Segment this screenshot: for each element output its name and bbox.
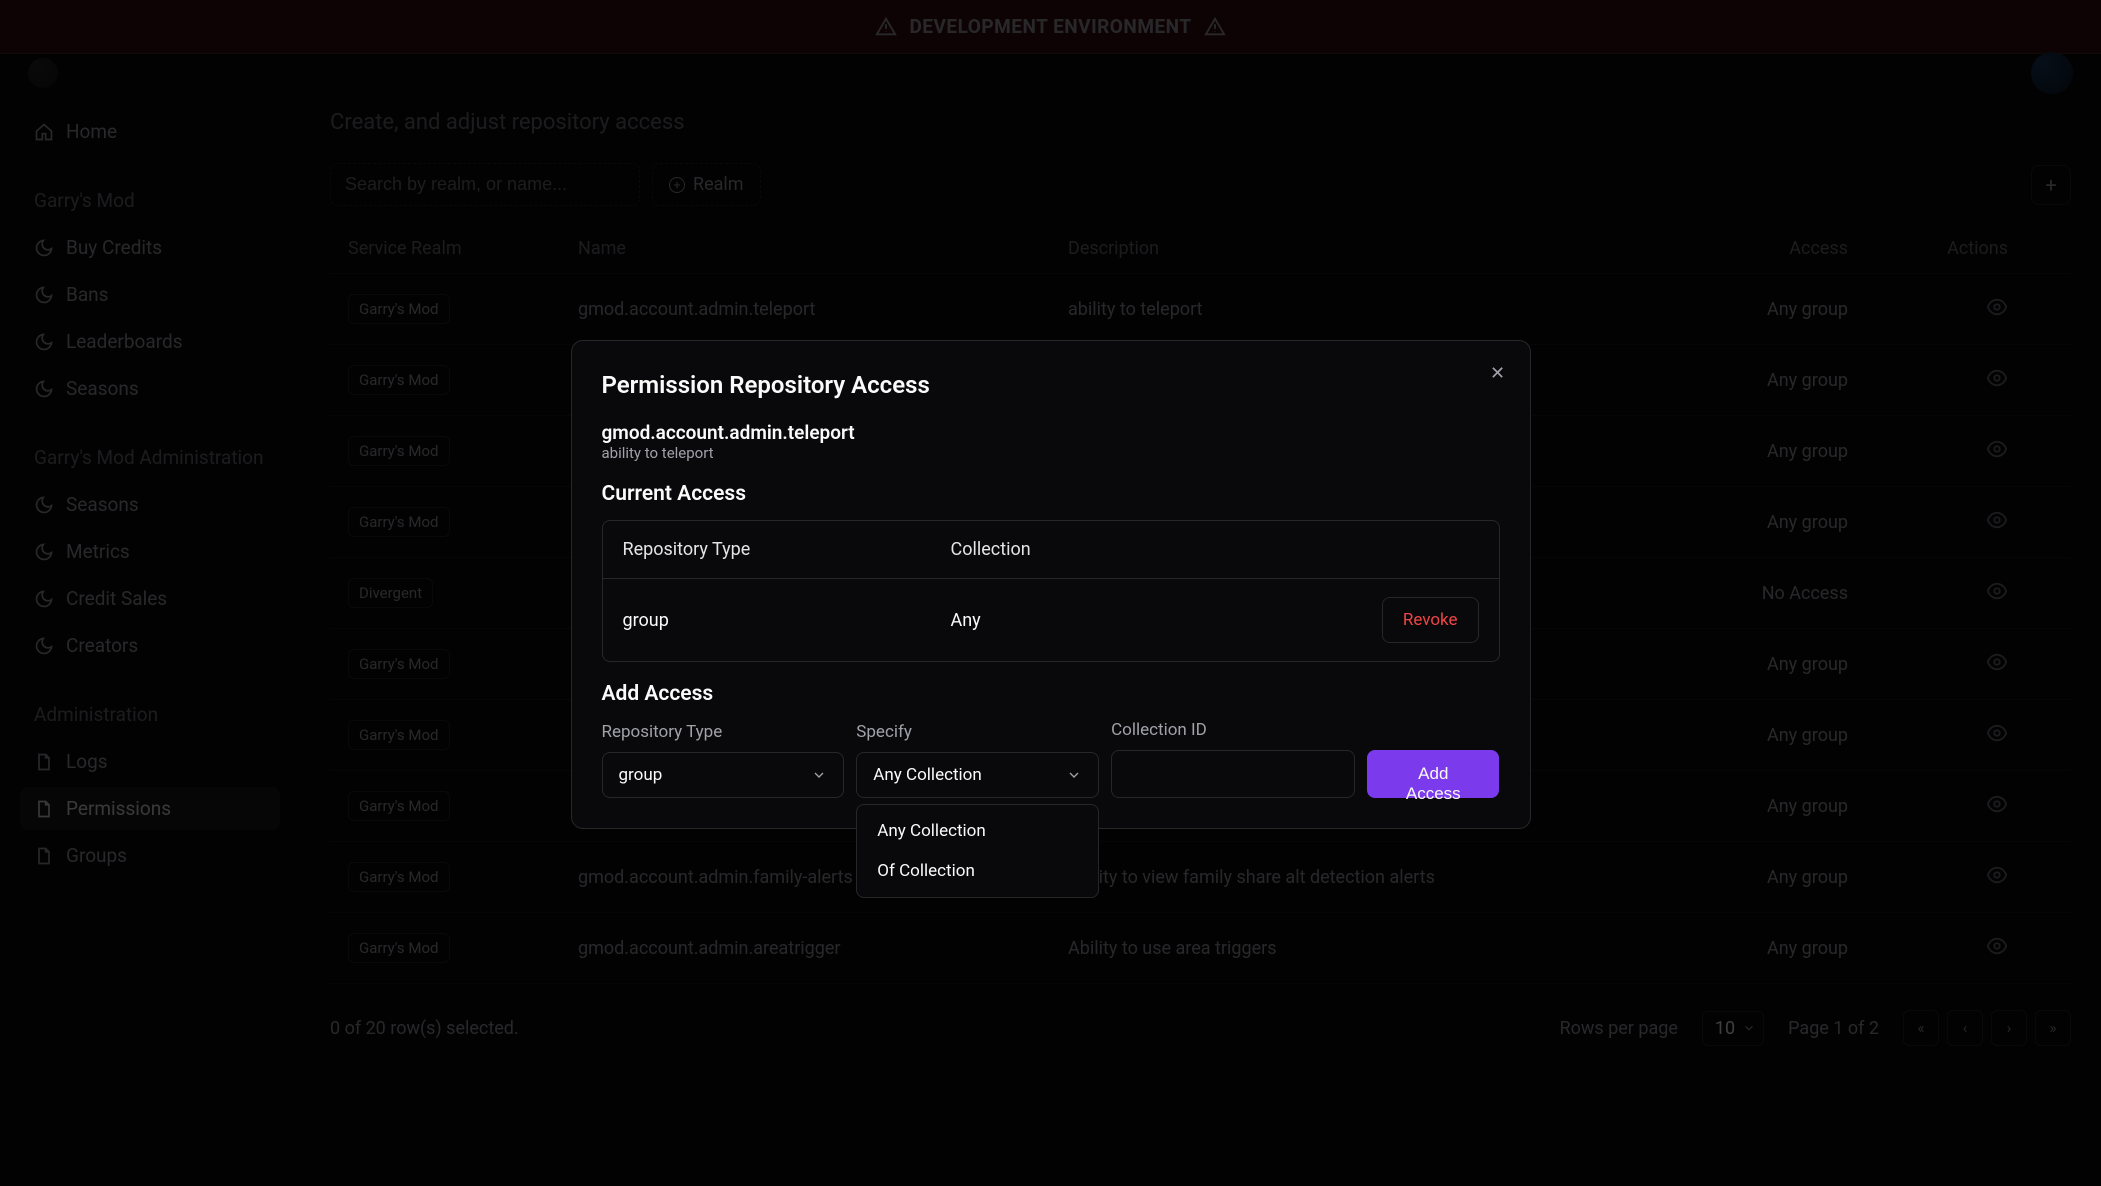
repo-type-select[interactable]: group <box>602 752 845 798</box>
add-access-title: Add Access <box>602 682 1500 706</box>
modal-title: Permission Repository Access <box>602 371 1500 399</box>
revoke-button[interactable]: Revoke <box>1382 597 1479 643</box>
dropdown-option-of[interactable]: Of Collection <box>863 851 1092 891</box>
access-col-type-header: Repository Type <box>623 539 951 560</box>
permission-description: ability to teleport <box>602 444 1500 462</box>
permission-access-modal: ✕ Permission Repository Access gmod.acco… <box>571 340 1531 829</box>
current-access-title: Current Access <box>602 482 1500 506</box>
modal-overlay[interactable]: ✕ Permission Repository Access gmod.acco… <box>0 0 2101 1186</box>
dropdown-option-any[interactable]: Any Collection <box>863 811 1092 851</box>
access-type-value: group <box>623 610 951 631</box>
add-access-button[interactable]: Add Access <box>1367 750 1499 798</box>
collection-id-label: Collection ID <box>1111 720 1355 740</box>
specify-select[interactable]: Any Collection <box>856 752 1099 798</box>
add-access-form: Repository Type group Specify Any Collec… <box>602 720 1500 798</box>
access-row: group Any Revoke <box>603 579 1499 661</box>
access-collection-value: Any <box>951 610 1279 631</box>
specify-dropdown: Any Collection Of Collection <box>856 804 1099 898</box>
chevron-down-icon <box>811 767 827 783</box>
access-col-collection-header: Collection <box>951 539 1279 560</box>
repo-type-label: Repository Type <box>602 722 845 742</box>
close-icon[interactable]: ✕ <box>1486 361 1510 385</box>
collection-id-input[interactable] <box>1111 750 1355 798</box>
chevron-down-icon <box>1066 767 1082 783</box>
current-access-table: Repository Type Collection group Any Rev… <box>602 520 1500 662</box>
permission-name: gmod.account.admin.teleport <box>602 421 1500 444</box>
specify-label: Specify <box>856 722 1099 742</box>
